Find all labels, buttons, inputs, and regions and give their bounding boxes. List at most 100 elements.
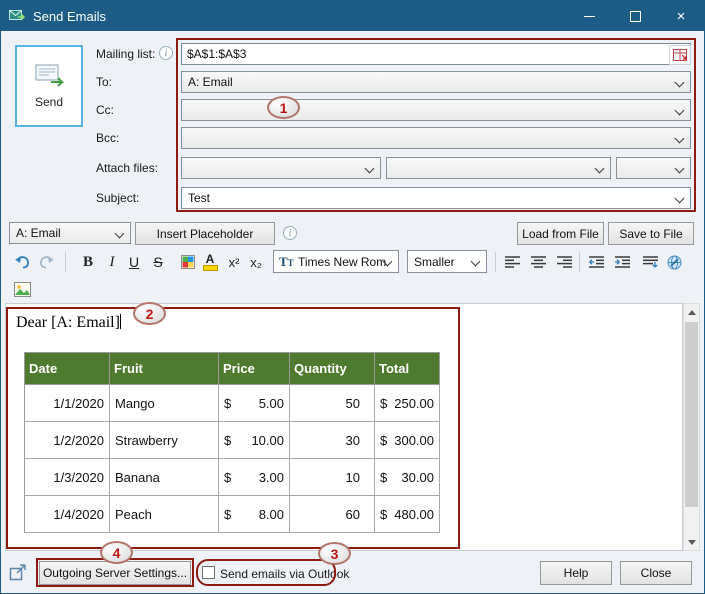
load-from-file-button[interactable]: Load from File: [517, 222, 604, 245]
mailing-list-label: Mailing list:: [96, 47, 155, 61]
range-selector-button[interactable]: [669, 45, 691, 65]
close-dialog-button[interactable]: Close: [620, 561, 692, 585]
redo-button[interactable]: [35, 251, 57, 273]
outdent-button[interactable]: [585, 251, 607, 273]
font-size-select[interactable]: Smaller: [407, 250, 487, 273]
text-caret: [120, 314, 121, 329]
scrollbar[interactable]: [683, 303, 700, 551]
attach-select-1[interactable]: [181, 157, 381, 179]
table-cell[interactable]: Mango: [110, 385, 219, 422]
bold-button[interactable]: B: [77, 251, 99, 273]
editor-body[interactable]: Dear [A: Email] Date Fruit Price Quantit…: [5, 303, 683, 551]
paragraph-direction-button[interactable]: [639, 251, 661, 273]
email-table[interactable]: Date Fruit Price Quantity Total 1/1/2020…: [24, 352, 440, 533]
highlight-color-button[interactable]: [177, 251, 199, 273]
table-cell[interactable]: $30.00: [375, 459, 440, 496]
outgoing-server-settings-button[interactable]: Outgoing Server Settings...: [39, 561, 191, 585]
table-cell[interactable]: $8.00: [219, 496, 290, 533]
table-cell[interactable]: $250.00: [375, 385, 440, 422]
insert-placeholder-button[interactable]: Insert Placeholder: [135, 222, 275, 245]
outlook-checkbox[interactable]: [202, 566, 215, 579]
highlight-color-icon: [181, 255, 195, 269]
indent-icon: [615, 256, 630, 268]
placeholder-field-select[interactable]: A: Email: [9, 222, 131, 244]
minimize-icon: [584, 16, 595, 17]
table-cell[interactable]: 60: [290, 496, 375, 533]
greeting-text: Dear [A: Email]: [16, 314, 121, 332]
toolbar-separator: [495, 252, 496, 272]
table-cell[interactable]: 1/2/2020: [25, 422, 110, 459]
hyperlink-button[interactable]: [663, 251, 685, 273]
attach-select-3[interactable]: [616, 157, 691, 179]
table-cell[interactable]: Peach: [110, 496, 219, 533]
insert-image-button[interactable]: [11, 278, 33, 300]
placeholder-info-icon[interactable]: i: [283, 226, 297, 240]
font-color-button[interactable]: A: [199, 251, 221, 273]
table-header-cell[interactable]: Total: [375, 353, 440, 385]
close-button[interactable]: ×: [658, 1, 704, 31]
outlook-checkbox-label[interactable]: Send emails via Outlook: [220, 567, 349, 581]
subscript-button[interactable]: x₂: [245, 251, 267, 273]
superscript-button[interactable]: x²: [223, 251, 245, 273]
chevron-down-icon: [675, 106, 685, 116]
font-name-icon: TT: [279, 254, 294, 270]
table-cell[interactable]: $300.00: [375, 422, 440, 459]
maximize-button[interactable]: [612, 1, 658, 31]
align-right-icon: [557, 256, 572, 268]
table-cell[interactable]: $10.00: [219, 422, 290, 459]
toolbar-separator: [579, 252, 580, 272]
align-center-button[interactable]: [527, 251, 549, 273]
table-cell[interactable]: 50: [290, 385, 375, 422]
font-name-select[interactable]: TT Times New Rom: [273, 250, 399, 273]
titlebar: Send Emails ×: [1, 1, 704, 31]
table-cell[interactable]: 1/3/2020: [25, 459, 110, 496]
strikethrough-button[interactable]: S: [147, 251, 169, 273]
chevron-down-icon: [675, 134, 685, 144]
indent-button[interactable]: [611, 251, 633, 273]
table-cell[interactable]: 1/1/2020: [25, 385, 110, 422]
bcc-select[interactable]: [181, 127, 691, 149]
align-left-button[interactable]: [501, 251, 523, 273]
italic-button[interactable]: I: [101, 251, 123, 273]
table-header-cell[interactable]: Fruit: [110, 353, 219, 385]
undo-button[interactable]: [11, 251, 33, 273]
to-select[interactable]: A: Email: [181, 71, 691, 93]
table-cell[interactable]: 10: [290, 459, 375, 496]
cc-label: Cc:: [96, 103, 114, 117]
table-cell[interactable]: 1/4/2020: [25, 496, 110, 533]
window-title: Send Emails: [33, 9, 106, 24]
font-size-value: Smaller: [414, 255, 455, 269]
annotation-circle-1: 1: [267, 96, 300, 119]
scrollbar-down-button[interactable]: [684, 534, 699, 550]
external-link-icon: [9, 563, 27, 581]
cc-select[interactable]: [181, 99, 691, 121]
table-cell[interactable]: 30: [290, 422, 375, 459]
send-button[interactable]: Send: [15, 45, 83, 127]
mailing-list-input[interactable]: [181, 43, 691, 65]
placeholder-field-value: A: Email: [16, 226, 61, 240]
help-button[interactable]: Help: [540, 561, 612, 585]
table-cell[interactable]: $5.00: [219, 385, 290, 422]
subject-select[interactable]: Test: [181, 187, 691, 209]
scrollbar-thumb[interactable]: [685, 322, 698, 507]
minimize-button[interactable]: [566, 1, 612, 31]
chevron-down-icon: [365, 164, 375, 174]
align-center-icon: [531, 256, 546, 268]
table-cell[interactable]: Strawberry: [110, 422, 219, 459]
table-header-cell[interactable]: Date: [25, 353, 110, 385]
table-header-cell[interactable]: Price: [219, 353, 290, 385]
maximize-icon: [630, 11, 641, 22]
chevron-down-icon: [675, 164, 685, 174]
open-in-window-button[interactable]: [7, 561, 29, 583]
table-cell[interactable]: Banana: [110, 459, 219, 496]
mailing-list-info-icon[interactable]: i: [159, 46, 173, 60]
table-cell[interactable]: $480.00: [375, 496, 440, 533]
align-right-button[interactable]: [553, 251, 575, 273]
attach-select-2[interactable]: [386, 157, 611, 179]
underline-button[interactable]: U: [123, 251, 145, 273]
table-header-cell[interactable]: Quantity: [290, 353, 375, 385]
scrollbar-up-button[interactable]: [684, 304, 699, 320]
table-cell[interactable]: $3.00: [219, 459, 290, 496]
chevron-down-icon: [675, 194, 685, 204]
save-to-file-button[interactable]: Save to File: [608, 222, 694, 245]
